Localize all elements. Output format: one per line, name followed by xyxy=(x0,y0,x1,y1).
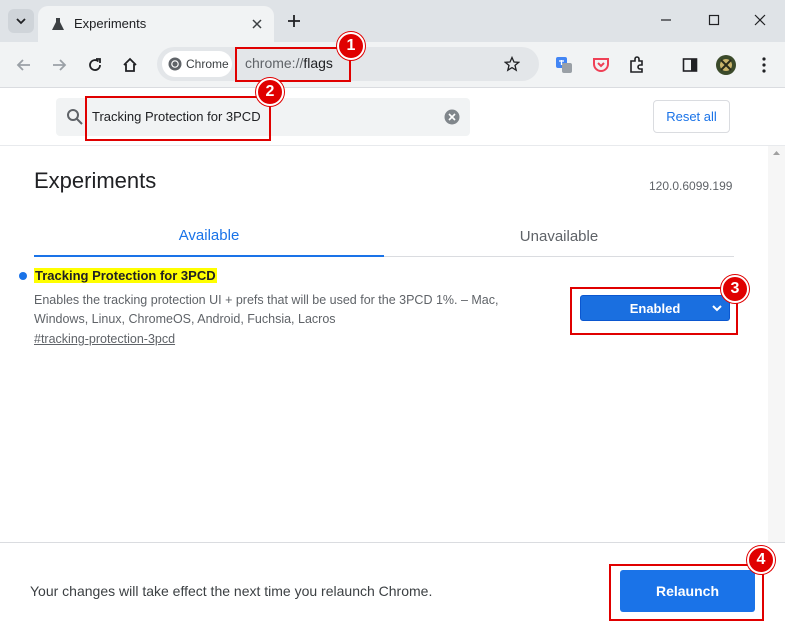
browser-tab[interactable]: Experiments xyxy=(38,6,274,42)
callout-badge-3: 3 xyxy=(721,275,749,303)
flag-description: Enables the tracking protection UI + pre… xyxy=(34,293,499,326)
side-panel-icon[interactable] xyxy=(677,52,703,78)
callout-badge-2: 2 xyxy=(256,78,284,106)
relaunch-message: Your changes will take effect the next t… xyxy=(30,583,433,599)
window-close-icon[interactable] xyxy=(746,8,774,32)
site-chip[interactable]: Chrome xyxy=(162,51,232,77)
profile-avatar[interactable] xyxy=(713,52,739,78)
page-scrollbar[interactable] xyxy=(768,146,785,542)
chevron-down-icon xyxy=(16,18,26,25)
experiments-tabs: Available Unavailable xyxy=(34,216,734,257)
clear-search-icon[interactable] xyxy=(444,109,460,125)
modified-indicator xyxy=(19,272,27,280)
callout-box-url xyxy=(235,47,351,82)
callout-box-relaunch xyxy=(609,564,764,621)
callout-box-select xyxy=(570,287,738,335)
close-tab-icon[interactable] xyxy=(248,15,266,33)
extensions-puzzle-icon[interactable] xyxy=(624,52,650,78)
flag-name: Tracking Protection for 3PCD xyxy=(34,268,217,283)
chrome-logo-icon xyxy=(168,57,182,71)
search-icon xyxy=(67,109,83,125)
tab-unavailable[interactable]: Unavailable xyxy=(384,216,734,257)
callout-badge-4: 4 xyxy=(747,546,775,574)
tab-search-button[interactable] xyxy=(8,9,34,33)
flask-icon xyxy=(52,18,64,30)
more-menu-icon[interactable] xyxy=(751,52,777,78)
tab-available[interactable]: Available xyxy=(34,216,384,257)
maximize-icon[interactable] xyxy=(700,8,728,32)
callout-badge-1: 1 xyxy=(337,32,365,60)
reload-icon[interactable] xyxy=(82,52,108,78)
minimize-icon[interactable] xyxy=(652,8,680,32)
reset-all-button[interactable]: Reset all xyxy=(653,100,730,133)
translate-extension-icon[interactable] xyxy=(551,52,577,78)
scroll-up-icon[interactable] xyxy=(768,146,785,160)
back-icon[interactable] xyxy=(11,52,37,78)
callout-box-search xyxy=(85,96,271,141)
chip-label: Chrome xyxy=(186,57,229,71)
chrome-version: 120.0.6099.199 xyxy=(649,179,733,193)
flag-permalink[interactable]: #tracking-protection-3pcd xyxy=(34,332,175,346)
new-tab-icon[interactable] xyxy=(283,10,305,32)
bookmark-star-icon[interactable] xyxy=(501,53,523,75)
home-icon[interactable] xyxy=(117,52,143,78)
tab-title: Experiments xyxy=(74,16,147,31)
page-title: Experiments xyxy=(34,168,157,193)
pocket-extension-icon[interactable] xyxy=(588,52,614,78)
forward-icon[interactable] xyxy=(46,52,72,78)
